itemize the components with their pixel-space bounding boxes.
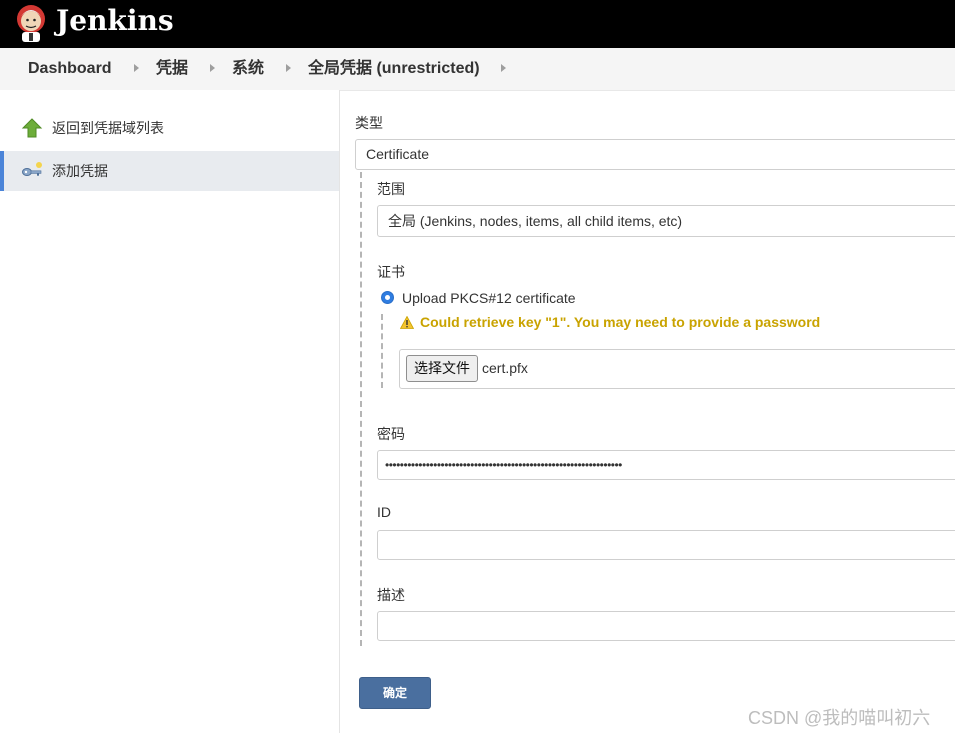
choose-file-button[interactable]: 选择文件: [406, 355, 478, 382]
type-label: 类型: [355, 115, 383, 131]
breadcrumb-system[interactable]: 系统: [232, 48, 264, 90]
selected-file-name: cert.pfx: [482, 360, 528, 376]
brand-title[interactable]: Jenkins: [56, 4, 174, 38]
scope-select[interactable]: 全局 (Jenkins, nodes, items, all child ite…: [377, 205, 955, 237]
up-arrow-icon: [21, 118, 43, 138]
sidebar-item-back-to-domains[interactable]: 返回到凭据域列表: [0, 108, 339, 148]
breadcrumb-global-credentials[interactable]: 全局凭据 (unrestricted): [308, 48, 480, 90]
jenkins-logo-icon[interactable]: [14, 2, 48, 44]
top-header: Jenkins: [0, 0, 955, 48]
breadcrumb-chevron-icon[interactable]: [134, 64, 139, 72]
watermark: CSDN @我的喵叫初六: [748, 708, 931, 728]
breadcrumb: Dashboard 凭据 系统 全局凭据 (unrestricted): [0, 48, 955, 91]
warning-message: Could retrieve key "1". You may need to …: [420, 314, 821, 330]
password-label: 密码: [377, 426, 405, 442]
upload-pkcs12-label[interactable]: Upload PKCS#12 certificate: [402, 290, 576, 306]
upload-pkcs12-radio[interactable]: [381, 291, 394, 304]
sidebar-item-add-credentials[interactable]: 添加凭据: [0, 151, 339, 191]
form-section-divider: [360, 172, 362, 646]
breadcrumb-credentials[interactable]: 凭据: [156, 48, 188, 90]
certificate-section-divider: [381, 314, 383, 388]
scope-label: 范围: [377, 181, 405, 197]
sidebar: 返回到凭据域列表 添加凭据: [0, 90, 340, 733]
description-label: 描述: [377, 587, 405, 603]
breadcrumb-chevron-icon[interactable]: [286, 64, 291, 72]
breadcrumb-chevron-icon[interactable]: [210, 64, 215, 72]
submit-button[interactable]: 确定: [359, 677, 431, 709]
breadcrumb-dashboard[interactable]: Dashboard: [28, 48, 112, 90]
password-value: ••••••••••••••••••••••••••••••••••••••••…: [385, 458, 622, 472]
certificate-label: 证书: [377, 264, 405, 280]
description-input[interactable]: [377, 611, 955, 641]
sidebar-item-label: 返回到凭据域列表: [52, 120, 164, 136]
type-select[interactable]: Certificate: [355, 139, 955, 170]
breadcrumb-chevron-icon[interactable]: [501, 64, 506, 72]
id-input[interactable]: [377, 530, 955, 560]
id-label: ID: [377, 504, 391, 520]
sidebar-item-label: 添加凭据: [52, 163, 108, 179]
key-icon: [22, 162, 42, 176]
warning-icon: [400, 316, 414, 329]
